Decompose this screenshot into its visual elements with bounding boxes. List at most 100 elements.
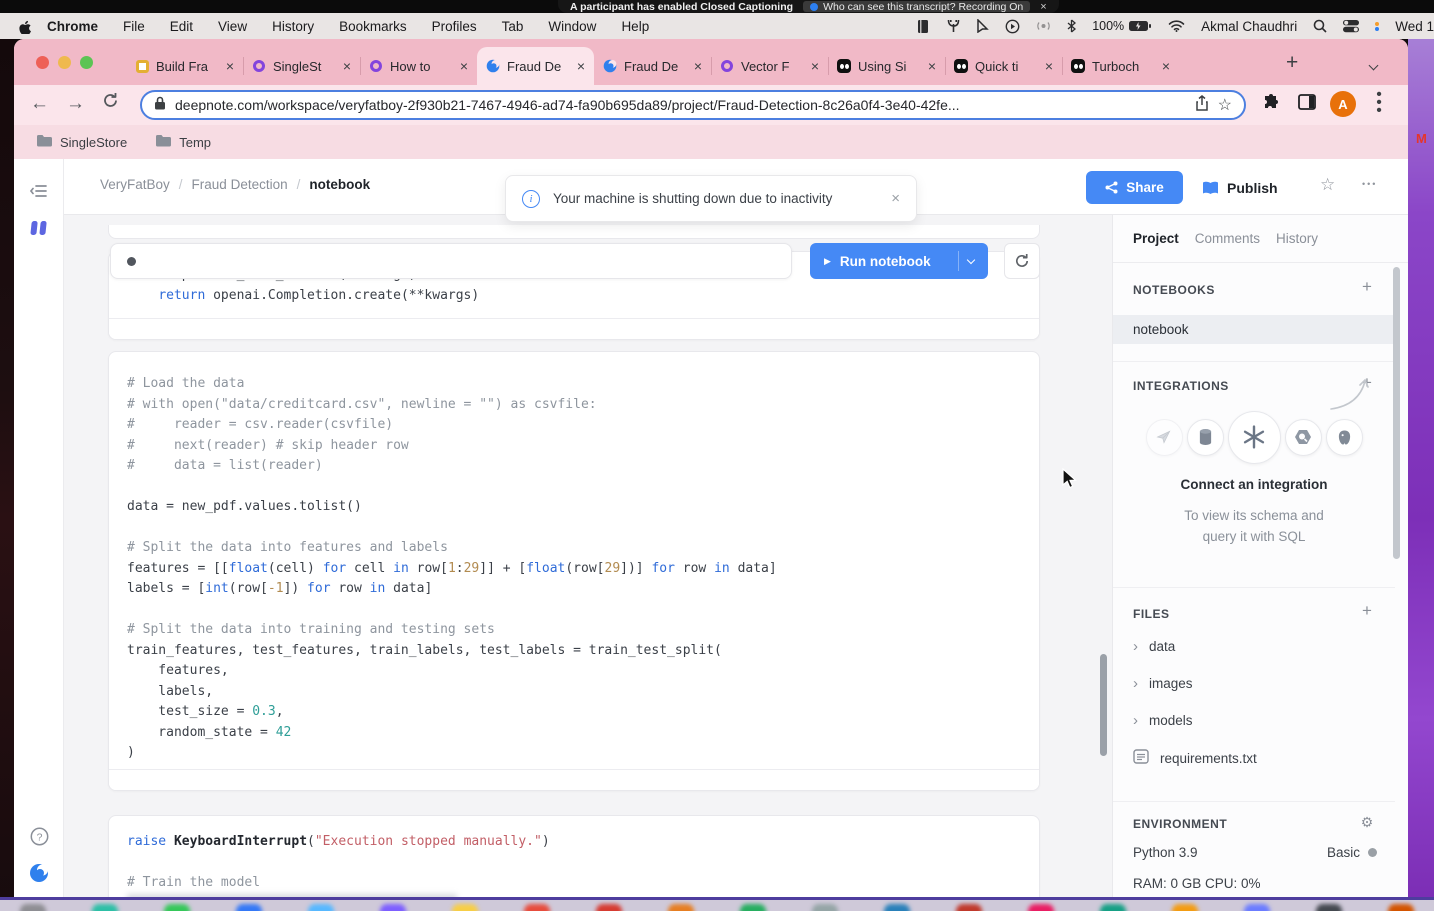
menu-window[interactable]: Window	[548, 19, 596, 34]
code-editor[interactable]: # Load the data# with open("data/creditc…	[127, 374, 1029, 764]
menubar-clock[interactable]: Wed 1	[1395, 19, 1434, 34]
tab-close-icon[interactable]: ×	[928, 59, 936, 73]
code-editor[interactable]: raise KeyboardInterrupt("Execution stopp…	[127, 832, 1029, 894]
back-button[interactable]: ←	[30, 93, 49, 115]
file-tree-folder-images[interactable]: ›images	[1133, 676, 1193, 691]
star-project-icon[interactable]: ☆	[1320, 175, 1335, 195]
file-tree-folder-data[interactable]: ›data	[1133, 639, 1175, 654]
record-play-icon[interactable]	[1005, 19, 1020, 34]
restart-machine-button[interactable]	[1004, 243, 1040, 279]
cursor-icon[interactable]	[977, 19, 989, 33]
extensions-puzzle-icon[interactable]	[1262, 94, 1280, 117]
toast-close-icon[interactable]: ×	[891, 190, 900, 207]
run-notebook-button[interactable]: ▶ Run notebook	[810, 243, 988, 279]
deepnote-logo-icon[interactable]	[14, 863, 64, 883]
chevron-right-icon[interactable]: ›	[1133, 713, 1138, 728]
tab-close-icon[interactable]: ×	[811, 59, 819, 73]
book-icon[interactable]	[916, 19, 930, 34]
run-options-chevron-icon[interactable]	[967, 255, 975, 263]
menu-chrome[interactable]: Chrome	[47, 19, 98, 34]
airplay-icon[interactable]	[1036, 20, 1051, 33]
close-window-button[interactable]	[36, 56, 49, 69]
bookmark-folder-singlestore[interactable]: SingleStore	[36, 134, 127, 150]
menu-profiles[interactable]: Profiles	[432, 19, 477, 34]
wifi-icon[interactable]	[1168, 20, 1185, 32]
blocks-icon[interactable]	[14, 219, 64, 237]
control-center-icon[interactable]	[1343, 19, 1359, 33]
connect-integration-cta[interactable]: Connect an integration	[1113, 477, 1395, 492]
profile-avatar[interactable]: A	[1330, 91, 1356, 117]
antler-app-icon[interactable]	[946, 19, 961, 33]
browser-tab-8[interactable]: Turboch×	[1062, 47, 1179, 85]
menu-view[interactable]: View	[218, 19, 247, 34]
forward-button[interactable]: →	[66, 93, 85, 115]
breadcrumb-item-0[interactable]: VeryFatBoy	[100, 177, 170, 192]
publish-button[interactable]: Publish	[1192, 171, 1288, 204]
environment-settings-gear-icon[interactable]: ⚙	[1357, 814, 1377, 831]
spotlight-search-icon[interactable]	[1313, 19, 1327, 33]
battery-status[interactable]: 100%	[1092, 19, 1152, 33]
tab-search-chevron-icon[interactable]	[1370, 56, 1377, 74]
lock-icon[interactable]	[154, 96, 166, 115]
transcript-pill[interactable]: Who can see this transcript? Recording O…	[803, 1, 1030, 12]
chevron-right-icon[interactable]: ›	[1133, 676, 1138, 691]
browser-tab-6[interactable]: Using Si×	[828, 47, 945, 85]
add-file-button[interactable]: +	[1357, 601, 1377, 621]
banner-close-icon[interactable]: ×	[1040, 1, 1046, 13]
menu-bookmarks[interactable]: Bookmarks	[339, 19, 407, 34]
new-tab-button[interactable]: +	[1286, 51, 1298, 75]
browser-tab-3[interactable]: Fraud De×	[477, 47, 594, 85]
sidebar-tab-project[interactable]: Project	[1133, 231, 1179, 246]
machine-tier-label[interactable]: Basic	[1327, 845, 1360, 860]
tab-close-icon[interactable]: ×	[226, 59, 234, 73]
browser-tab-2[interactable]: How to×	[360, 47, 477, 85]
tab-close-icon[interactable]: ×	[694, 59, 702, 73]
menu-file[interactable]: File	[123, 19, 145, 34]
url-text[interactable]: deepnote.com/workspace/veryfatboy-2f930b…	[175, 97, 1186, 113]
share-button[interactable]: Share	[1086, 171, 1183, 204]
snowflake-integration-icon[interactable]	[1228, 411, 1281, 464]
block-command-bar[interactable]	[110, 243, 792, 279]
more-options-icon[interactable]: •••	[1362, 179, 1377, 189]
menu-edit[interactable]: Edit	[170, 19, 193, 34]
browser-tab-4[interactable]: Fraud De×	[594, 47, 711, 85]
browser-tab-0[interactable]: Build Fra×	[126, 47, 243, 85]
menu-tab[interactable]: Tab	[502, 19, 524, 34]
sidebar-scrollbar[interactable]	[1393, 267, 1400, 559]
sidebar-tab-comments[interactable]: Comments	[1195, 231, 1260, 246]
bookmark-star-icon[interactable]: ☆	[1218, 95, 1232, 115]
file-tree-folder-models[interactable]: ›models	[1133, 713, 1193, 728]
sidebar-item-notebook[interactable]: notebook	[1113, 315, 1395, 344]
breadcrumb-item-2[interactable]: notebook	[309, 177, 370, 192]
file-tree-file-requirements.txt[interactable]: requirements.txt	[1133, 749, 1257, 767]
chrome-menu-icon[interactable]: •••	[1374, 91, 1384, 115]
zoom-window-button[interactable]	[80, 56, 93, 69]
redshift-integration-icon[interactable]	[1187, 419, 1224, 456]
tab-close-icon[interactable]: ×	[1162, 59, 1170, 73]
bigquery-integration-icon[interactable]	[1285, 419, 1322, 456]
address-bar[interactable]: deepnote.com/workspace/veryfatboy-2f930b…	[140, 90, 1246, 120]
side-panel-icon[interactable]	[1298, 94, 1316, 115]
bluetooth-icon[interactable]	[1067, 19, 1076, 33]
apple-menu-icon[interactable]	[18, 19, 31, 34]
outline-toc-icon[interactable]	[14, 183, 64, 199]
breadcrumb-item-1[interactable]: Fraud Detection	[192, 177, 288, 192]
chevron-right-icon[interactable]: ›	[1133, 639, 1138, 654]
tab-close-icon[interactable]: ×	[343, 59, 351, 73]
tab-close-icon[interactable]: ×	[460, 59, 468, 73]
tab-close-icon[interactable]: ×	[1045, 59, 1053, 73]
tab-close-icon[interactable]: ×	[577, 59, 585, 73]
bookmark-folder-temp[interactable]: Temp	[155, 134, 211, 150]
notebook-scrollbar[interactable]	[1100, 654, 1107, 756]
code-cell[interactable]: # Load the data# with open("data/creditc…	[108, 351, 1040, 791]
browser-tab-7[interactable]: Quick ti×	[945, 47, 1062, 85]
postgres-integration-icon[interactable]	[1326, 419, 1363, 456]
macos-dock-peek[interactable]	[0, 897, 1434, 911]
paper-plane-integration-icon[interactable]	[1146, 419, 1183, 456]
minimize-window-button[interactable]	[58, 56, 71, 69]
reload-button[interactable]	[102, 92, 119, 115]
browser-tab-5[interactable]: Vector F×	[711, 47, 828, 85]
add-notebook-button[interactable]: +	[1357, 277, 1377, 297]
menu-history[interactable]: History	[272, 19, 314, 34]
menu-help[interactable]: Help	[621, 19, 649, 34]
